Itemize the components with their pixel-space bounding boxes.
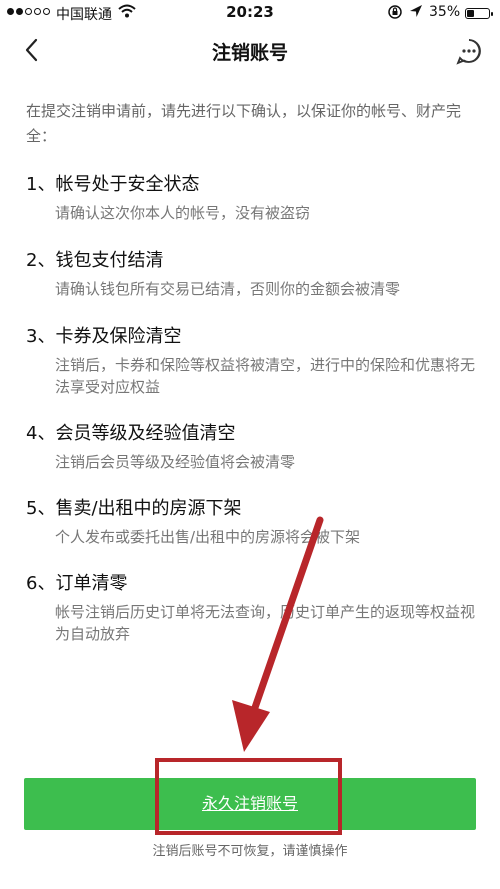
nav-bar: 注销账号	[0, 26, 500, 76]
item-title: 2、钱包支付结清	[26, 250, 164, 271]
location-arrow-icon	[410, 5, 422, 17]
battery-level-fill	[467, 10, 475, 17]
list-item: 1、帐号处于安全状态 请确认这次你本人的帐号，没有被盗窃	[26, 172, 478, 224]
item-title: 4、会员等级及经验值清空	[26, 423, 236, 444]
item-description: 帐号注销后历史订单将无法查询，历史订单产生的返现等权益视为自动放弃	[55, 603, 476, 643]
item-description: 请确认这次你本人的帐号，没有被盗窃	[55, 204, 311, 222]
list-item: 6、订单清零 帐号注销后历史订单将无法查询，历史订单产生的返现等权益视为自动放弃	[26, 571, 478, 645]
item-title: 6、订单清零	[26, 573, 128, 594]
list-item: 2、钱包支付结清 请确认钱包所有交易已结清，否则你的金额会被清零	[26, 248, 478, 300]
warning-footnote: 注销后账号不可恢复，请谨慎操作	[152, 844, 348, 859]
annotation-highlight-box	[155, 758, 342, 835]
page-title: 注销账号	[211, 42, 288, 64]
status-bar: 中国联通 20:23 35%	[0, 0, 500, 26]
item-description: 注销后，卡券和保险等权益将被清空，进行中的保险和优惠将无法享受对应权益	[55, 356, 476, 396]
item-title: 5、售卖/出租中的房源下架	[26, 498, 242, 519]
battery-percent: 35%	[429, 4, 461, 20]
more-dots-icon[interactable]	[455, 37, 483, 65]
battery-icon	[465, 8, 493, 19]
clock: 20:23	[226, 3, 274, 21]
list-item: 3、卡券及保险清空 注销后，卡券和保险等权益将被清空，进行中的保险和优惠将无法享…	[26, 324, 478, 398]
item-title: 1、帐号处于安全状态	[26, 174, 200, 195]
item-description: 注销后会员等级及经验值将会被清零	[55, 453, 296, 471]
item-description: 个人发布或委托出售/出租中的房源将会被下架	[55, 528, 361, 546]
list-item: 5、售卖/出租中的房源下架 个人发布或委托出售/出租中的房源将会被下架	[26, 496, 478, 548]
intro-text: 在提交注销申请前，请先进行以下确认，以保证你的帐号、财产完全：	[26, 102, 462, 145]
item-title: 3、卡券及保险清空	[26, 326, 182, 347]
item-description: 请确认钱包所有交易已结清，否则你的金额会被清零	[55, 280, 401, 298]
rotation-lock-icon	[388, 5, 402, 19]
list-item: 4、会员等级及经验值清空 注销后会员等级及经验值将会被清零	[26, 421, 478, 473]
